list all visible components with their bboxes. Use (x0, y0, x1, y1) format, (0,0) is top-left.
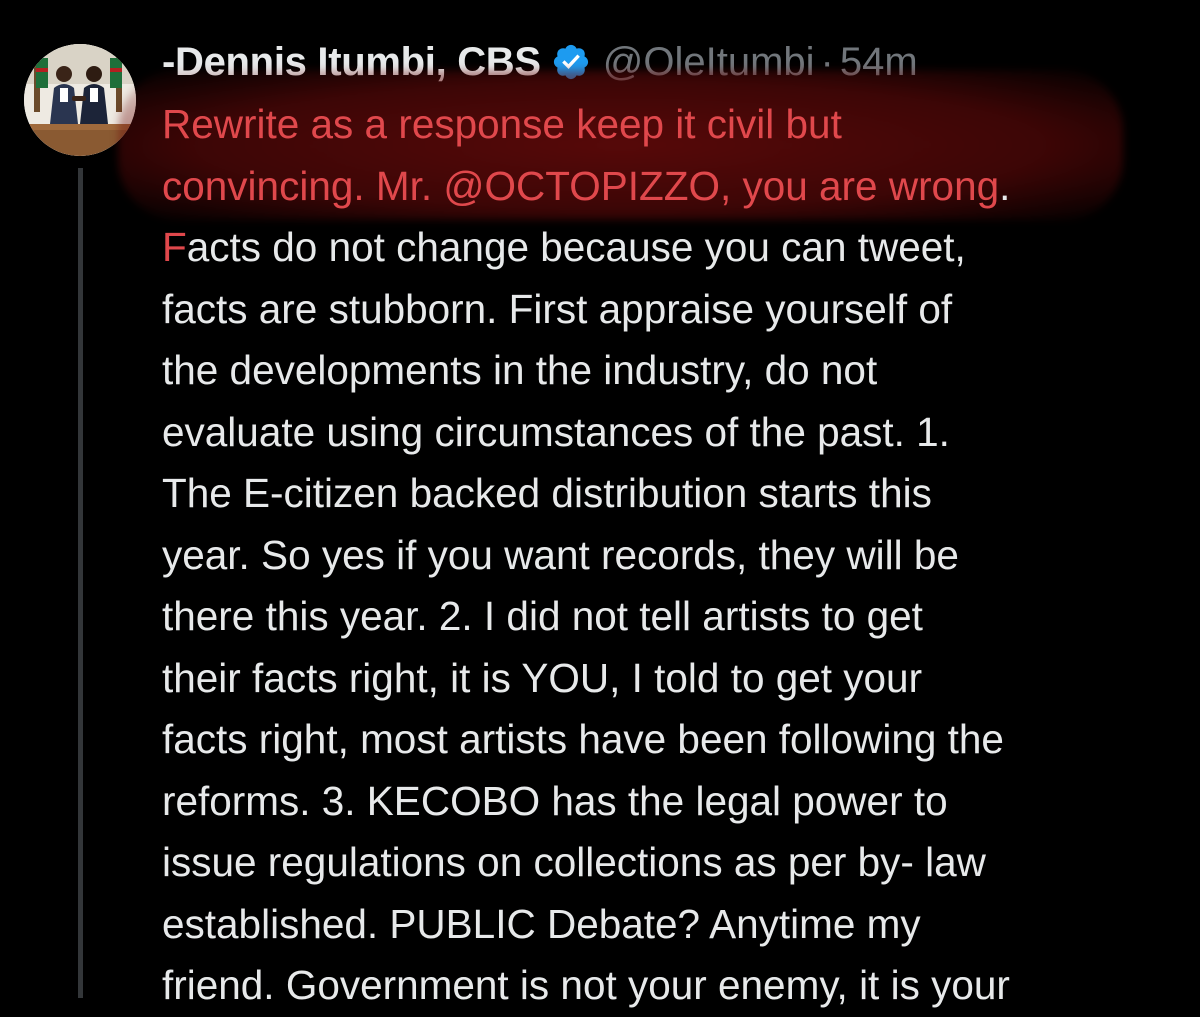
tweet-header: -Dennis Itumbi, CBS @OleItumbi · 54m (162, 34, 918, 90)
profile-photo-icon (24, 44, 136, 156)
author-handle[interactable]: @OleItumbi (603, 40, 815, 85)
tweet-text-line: year. So yes if you want records, they w… (162, 531, 959, 578)
tweet-text-line: Rewrite as a response keep it civil but (162, 101, 842, 147)
tweet-text-line: The E-citizen backed distribution starts… (162, 470, 932, 516)
tweet-text-line: convincing. Mr. @OCTOPIZZO, you are wron… (162, 162, 1011, 209)
tweet-body: Rewrite as a response keep it civil but … (162, 94, 1200, 1017)
tweet-text-line: issue regulations on collections as per … (162, 839, 986, 885)
tweet-text-line: friend. Government is not your enemy, it… (162, 962, 1010, 1008)
author-display-name[interactable]: -Dennis Itumbi, CBS (162, 40, 541, 85)
verified-badge-icon[interactable] (551, 42, 591, 82)
tweet-text-line: their facts right, it is YOU, I told to … (162, 654, 923, 701)
tweet-text-line: there this year. 2. I did not tell artis… (162, 593, 923, 639)
tweet-timestamp[interactable]: 54m (840, 40, 918, 85)
tweet-text-line: Facts do not change because you can twee… (162, 224, 966, 270)
tweet-text-line: facts are stubborn. First appraise yours… (162, 285, 953, 332)
header-separator: · (820, 39, 834, 84)
tweet-text-line: facts right, most artists have been foll… (162, 716, 1004, 762)
tweet-text-line: reforms. 3. KECOBO has the legal power t… (162, 777, 948, 824)
thread-connector-line (78, 168, 83, 998)
tweet-text-line: evaluate using circumstances of the past… (162, 408, 950, 455)
author-avatar[interactable] (24, 44, 136, 156)
tweet-text-line: established. PUBLIC Debate? Anytime my (162, 900, 921, 947)
tweet-text-line: the developments in the industry, do not (162, 347, 878, 393)
tweet[interactable]: -Dennis Itumbi, CBS @OleItumbi · 54m Rew… (0, 0, 1200, 1008)
